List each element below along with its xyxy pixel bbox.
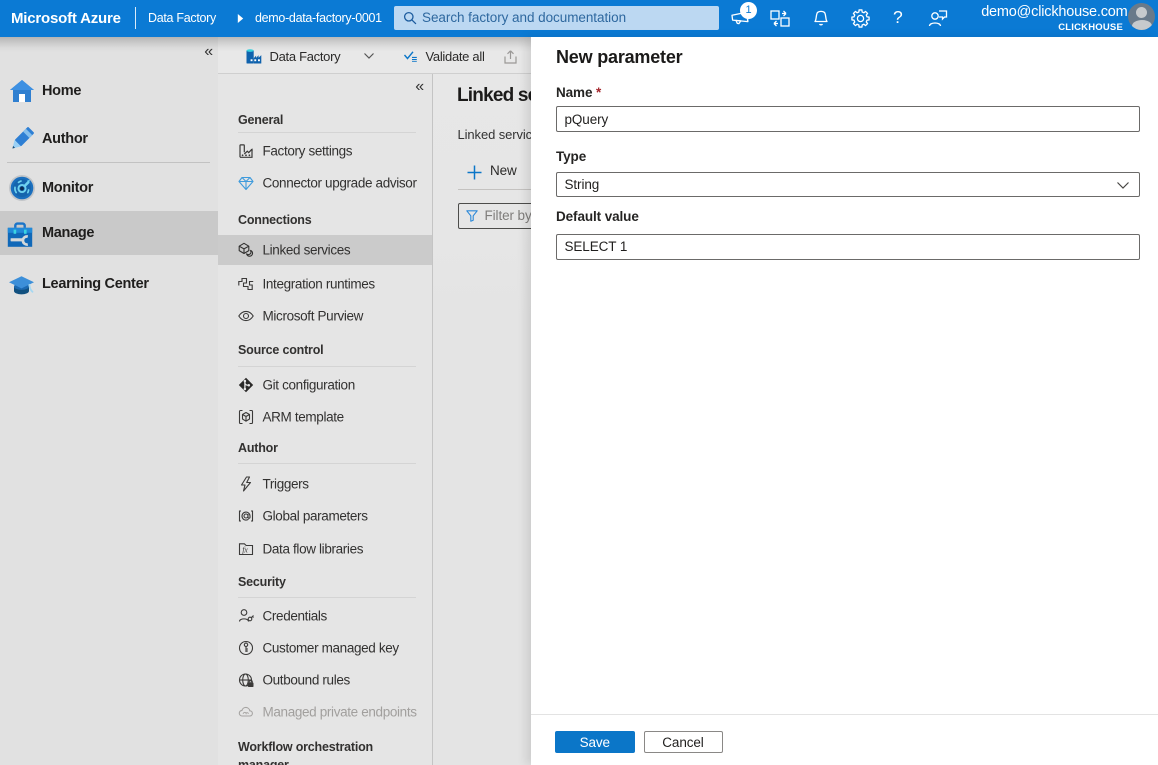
svg-text:fx: fx <box>242 545 248 554</box>
